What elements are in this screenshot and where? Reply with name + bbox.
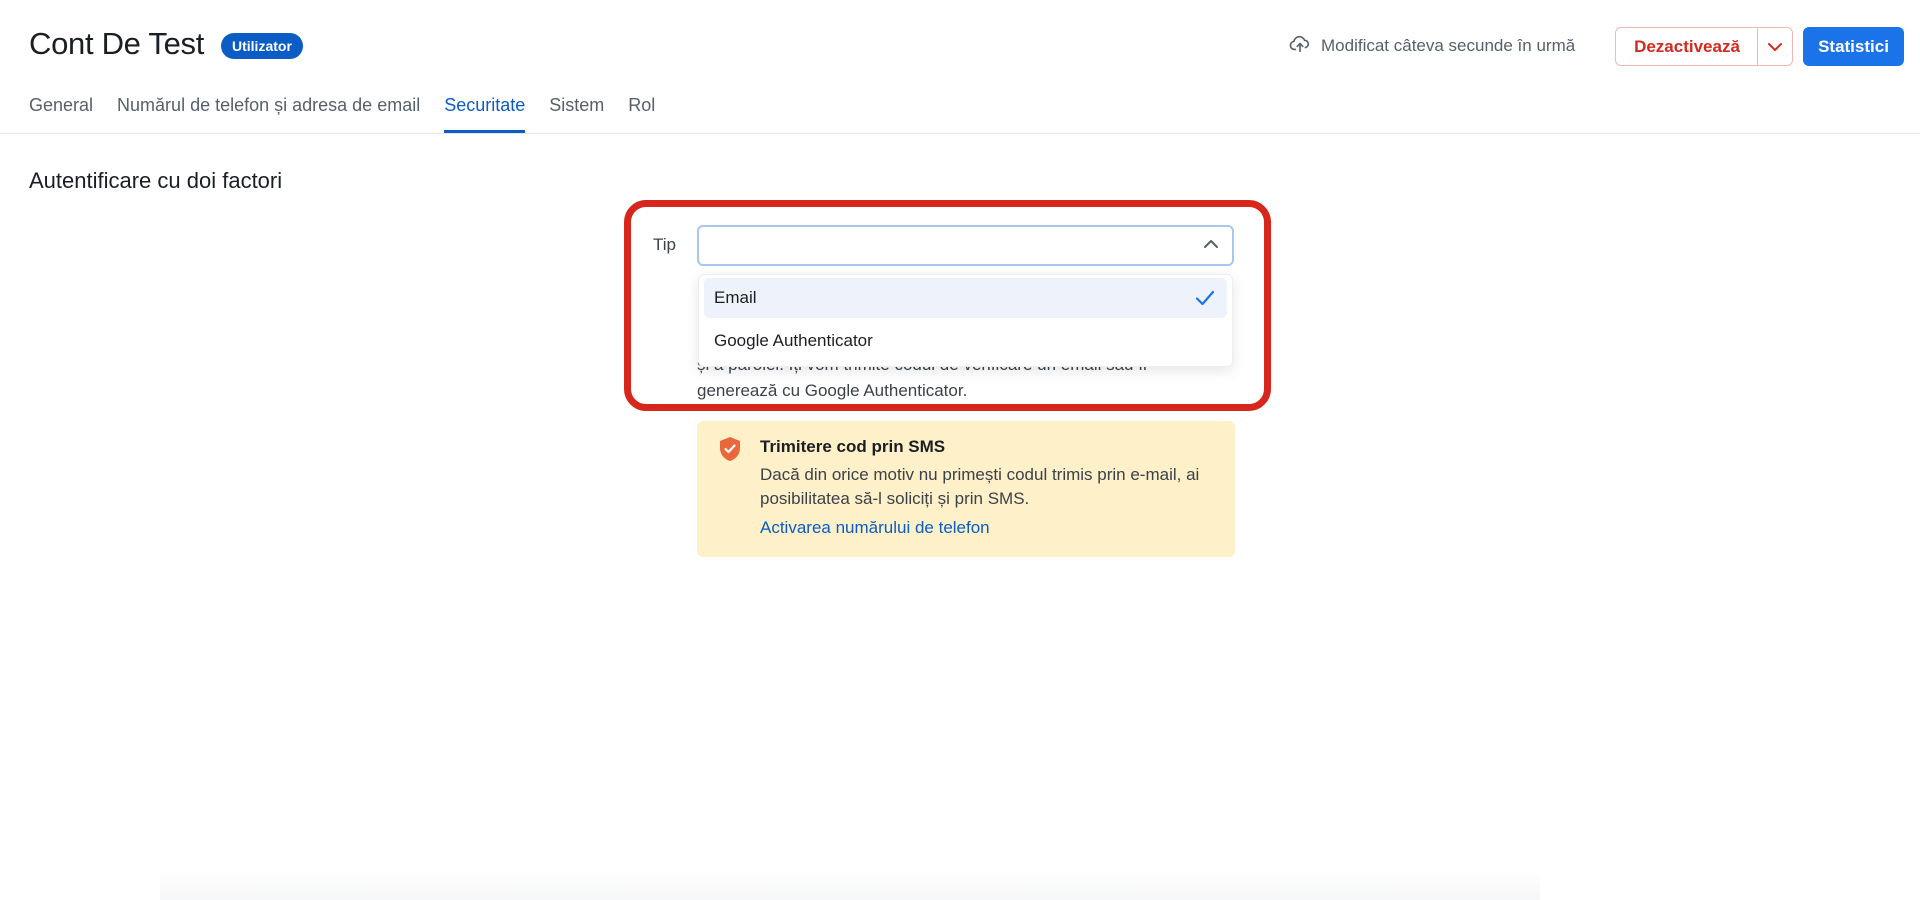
tab-general[interactable]: General (29, 93, 93, 133)
option-google-authenticator[interactable]: Google Authenticator (704, 321, 1227, 361)
option-label: Google Authenticator (714, 331, 873, 350)
type-dropdown-menu: Email Google Authenticator (698, 274, 1233, 367)
tab-security[interactable]: Securitate (444, 93, 526, 133)
modified-status-text: Modificat câteva secunde în urmă (1321, 36, 1576, 55)
check-icon (1195, 290, 1215, 306)
activate-phone-link[interactable]: Activarea numărului de telefon (760, 518, 990, 538)
cloud-upload-icon (1289, 34, 1311, 59)
section-title: Autentificare cu doi factori (29, 168, 283, 193)
option-email[interactable]: Email (704, 278, 1227, 318)
tab-system[interactable]: Sistem (549, 93, 604, 133)
tabs-divider (0, 133, 1920, 134)
deactivate-menu-button[interactable] (1757, 27, 1793, 66)
modified-status: Modificat câteva secunde în urmă (1289, 34, 1576, 59)
page-title: Cont De Test (29, 26, 205, 61)
sms-notice-body: Dacă din orice motiv nu primești codul t… (760, 465, 1200, 508)
shield-check-icon (720, 437, 740, 461)
sms-notice: Trimitere cod prin SMS Dacă din orice mo… (697, 421, 1235, 557)
tab-role[interactable]: Rol (628, 93, 655, 133)
sms-notice-title: Trimitere cod prin SMS (760, 437, 946, 456)
chevron-up-icon (1204, 240, 1218, 248)
help-text-line: generează cu Google Authenticator. (697, 381, 968, 400)
role-badge: Utilizator (221, 33, 303, 59)
tab-phone-email[interactable]: Numărul de telefon și adresa de email (117, 93, 420, 133)
tab-bar: General Numărul de telefon și adresa de … (29, 93, 679, 133)
type-select[interactable] (697, 225, 1234, 266)
deactivate-button[interactable]: Dezactivează (1615, 27, 1758, 66)
option-label: Email (714, 288, 757, 307)
page: Cont De Test Utilizator Modificat câteva… (0, 0, 1920, 900)
bottom-shadow (160, 870, 1540, 900)
type-field-label: Tip (653, 235, 676, 254)
statistics-button[interactable]: Statistici (1803, 27, 1904, 66)
chevron-down-icon (1768, 42, 1782, 51)
